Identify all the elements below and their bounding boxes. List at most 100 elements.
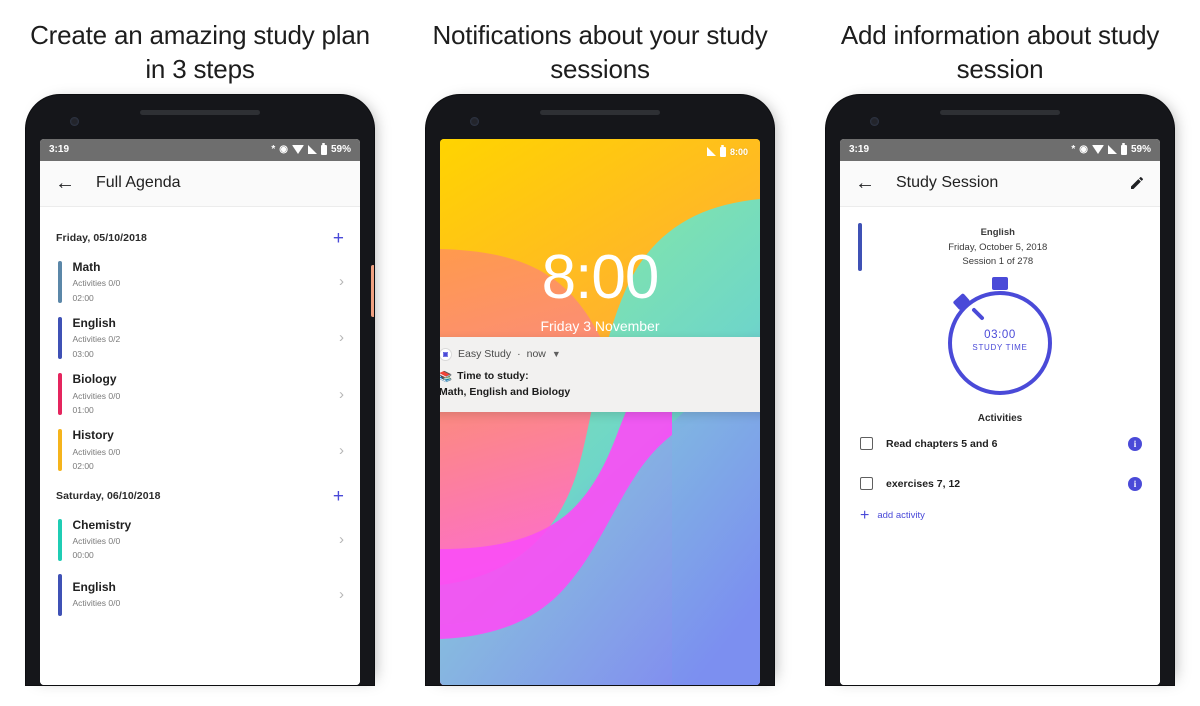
signal-icon <box>706 147 716 157</box>
study-timer[interactable]: 03:00 STUDY TIME <box>840 276 1160 401</box>
add-activity-button[interactable]: + add activity <box>840 504 1160 524</box>
status-bar-clock: 3:19 <box>49 144 70 156</box>
panel-notifications: Notifications about your study sessions <box>400 0 800 706</box>
bluetooth-icon: * <box>1071 143 1076 155</box>
earpiece-speaker-icon <box>940 109 1060 115</box>
panel-caption-1: Create an amazing study plan in 3 steps <box>30 20 370 85</box>
status-bar-3: 3:19 * ◉ 59% <box>840 138 1160 161</box>
agenda-list[interactable]: Friday, 05/10/2018 + Math Activities 0/0… <box>40 206 360 685</box>
status-bar-clock: 3:19 <box>849 144 870 156</box>
page-title: Study Session <box>896 174 999 192</box>
chevron-right-icon[interactable]: › <box>339 531 344 548</box>
date-label: Friday, 05/10/2018 <box>56 232 147 245</box>
battery-icon <box>1120 142 1127 155</box>
chevron-right-icon[interactable]: › <box>339 273 344 290</box>
pencil-icon[interactable] <box>1126 172 1148 194</box>
subject-name: Math <box>72 259 101 274</box>
session-date: Friday, October 5, 2018 <box>948 241 1048 253</box>
session-header: English Friday, October 5, 2018 Session … <box>840 217 1160 271</box>
front-camera-icon <box>870 116 879 126</box>
panel-caption-3: Add information about study session <box>840 20 1160 85</box>
chevron-right-icon[interactable]: › <box>339 386 344 403</box>
info-icon[interactable]: i <box>1128 436 1142 451</box>
add-session-button[interactable]: + <box>333 487 344 506</box>
front-camera-icon <box>70 116 79 126</box>
wifi-icon <box>1091 145 1104 155</box>
subject-name: English <box>72 579 116 594</box>
earpiece-speaker-icon <box>140 109 260 115</box>
battery-icon <box>320 142 327 155</box>
subject-name: Chemistry <box>72 517 132 532</box>
phone-mockup-3: 3:19 * ◉ 59% ← Study Session English Fri… <box>826 94 1174 685</box>
signal-icon <box>1107 145 1117 155</box>
bluetooth-icon: * <box>271 143 276 155</box>
screenshot-gallery: Create an amazing study plan in 3 steps … <box>0 0 1200 706</box>
info-icon[interactable]: i <box>1128 476 1142 491</box>
app-icon: ▣ <box>440 347 452 361</box>
list-item[interactable]: Biology Activities 0/0 01:00 › <box>40 366 360 422</box>
chevron-down-icon[interactable]: ▼ <box>552 349 561 359</box>
dnd-icon: ◉ <box>279 143 288 155</box>
notification-header: ▣ Easy Study · now ▼ <box>440 347 760 361</box>
activity-item[interactable]: exercises 7, 12 i <box>840 464 1160 504</box>
battery-percent: 59% <box>330 144 351 156</box>
back-arrow-icon[interactable]: ← <box>52 170 78 196</box>
chevron-right-icon[interactable]: › <box>339 442 344 459</box>
subject-color-bar <box>58 518 62 561</box>
list-item[interactable]: Chemistry Activities 0/0 00:00 › <box>40 512 360 568</box>
timer-value: 03:00 <box>984 328 1016 341</box>
earpiece-speaker-icon <box>540 109 660 115</box>
subject-name: Biology <box>72 372 117 387</box>
notification-card[interactable]: ▣ Easy Study · now ▼ 📚 Time to study: Ma… <box>440 336 760 412</box>
phone-mockup-1: 3:19 * ◉ 59% ← Full Agenda Friday, 05/10… <box>26 94 374 685</box>
activity-checkbox[interactable] <box>860 477 873 491</box>
activity-checkbox[interactable] <box>860 437 873 451</box>
add-activity-label: add activity <box>877 510 925 522</box>
session-subject: English <box>980 226 1015 238</box>
phone-screen-1: 3:19 * ◉ 59% ← Full Agenda Friday, 05/10… <box>40 138 360 685</box>
subject-name: English <box>72 315 116 330</box>
notification-title: Time to study: <box>457 370 529 383</box>
subject-duration: 02:00 <box>72 292 94 303</box>
list-item[interactable]: History Activities 0/0 02:00 › <box>40 422 360 478</box>
timer-label: STUDY TIME <box>972 342 1028 352</box>
app-bar-1: ← Full Agenda <box>40 160 360 207</box>
page-title: Full Agenda <box>96 174 181 192</box>
list-item[interactable]: Math Activities 0/0 02:00 › <box>40 254 360 310</box>
subject-color-bar <box>58 373 62 416</box>
activity-item[interactable]: Read chapters 5 and 6 i <box>840 424 1160 464</box>
plus-icon: + <box>860 506 870 524</box>
panel-full-agenda: Create an amazing study plan in 3 steps … <box>0 0 400 706</box>
battery-icon <box>719 144 726 157</box>
subject-color-bar <box>58 429 62 472</box>
clock-time: 8:00 <box>541 242 660 312</box>
activity-label: exercises 7, 12 <box>886 477 961 490</box>
subject-activities: Activities 0/0 <box>72 536 121 547</box>
subject-name: History <box>72 428 114 443</box>
subject-duration: 02:00 <box>72 461 94 472</box>
chevron-right-icon[interactable]: › <box>339 329 344 346</box>
subject-color-bar <box>58 260 62 303</box>
date-label: Saturday, 06/10/2018 <box>56 490 161 502</box>
panel-study-session: Add information about study session 3:19… <box>800 0 1200 706</box>
subject-color-bar <box>58 573 62 616</box>
back-arrow-icon[interactable]: ← <box>852 170 878 196</box>
subject-activities: Activities 0/0 <box>72 598 121 609</box>
chevron-right-icon[interactable]: › <box>339 586 344 603</box>
add-session-button[interactable]: + <box>333 229 344 248</box>
notification-title-row: 📚 Time to study: <box>440 370 760 383</box>
subject-duration: 01:00 <box>72 404 94 415</box>
phone-mockup-2: 8:00 8:00 Friday 3 November ▣ Easy Study… <box>426 94 774 685</box>
power-button[interactable] <box>371 264 374 317</box>
wallpaper-image <box>440 138 760 685</box>
wifi-icon <box>291 145 304 155</box>
subject-activities: Activities 0/0 <box>72 278 121 289</box>
lock-status-bar: 8:00 <box>706 144 748 157</box>
agenda-date-header: Saturday, 06/10/2018 + <box>40 479 360 512</box>
subject-color-bar <box>58 316 62 359</box>
notification-time: now <box>526 348 546 361</box>
list-item[interactable]: English Activities 0/0 › <box>40 568 360 622</box>
session-counter: Session 1 of 278 <box>962 255 1034 267</box>
list-item[interactable]: English Activities 0/2 03:00 › <box>40 310 360 366</box>
lock-status-time: 8:00 <box>729 146 748 157</box>
